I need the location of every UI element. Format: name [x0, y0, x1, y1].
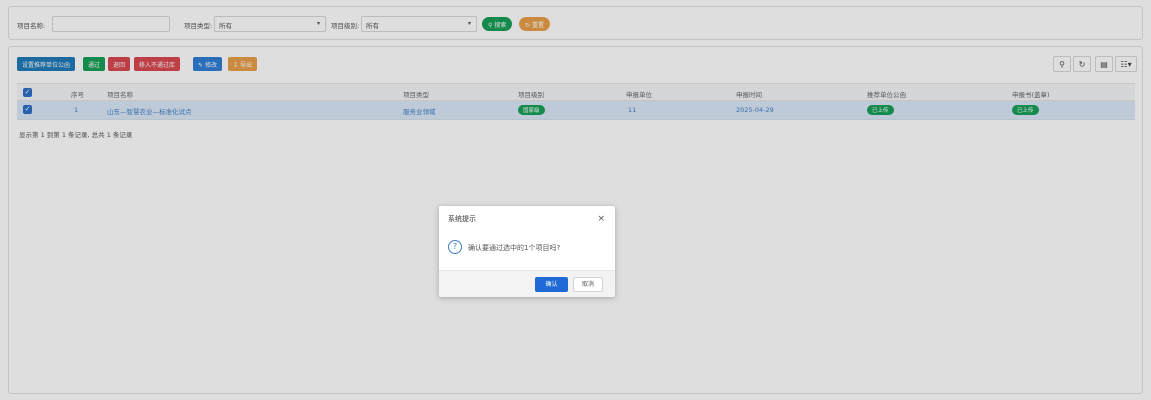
close-icon[interactable]: ×: [597, 214, 605, 224]
dialog-footer: 确认 取消: [439, 270, 615, 297]
dialog-title: 系统提示: [448, 215, 476, 223]
dialog-message: 确认要通过选中的1个项目吗?: [468, 244, 561, 252]
confirm-dialog: 系统提示 × ? 确认要通过选中的1个项目吗? 确认 取消: [439, 206, 615, 297]
modal-overlay: [0, 0, 1151, 400]
page: 项目名称: 项目类型: 所有 ▾ 项目级别: 所有 ▾ ⚲ 搜索 ↻ 重置 设置…: [0, 0, 1151, 400]
confirm-button[interactable]: 确认: [535, 277, 568, 292]
cancel-button[interactable]: 取消: [573, 277, 603, 292]
question-icon: ?: [448, 240, 462, 254]
